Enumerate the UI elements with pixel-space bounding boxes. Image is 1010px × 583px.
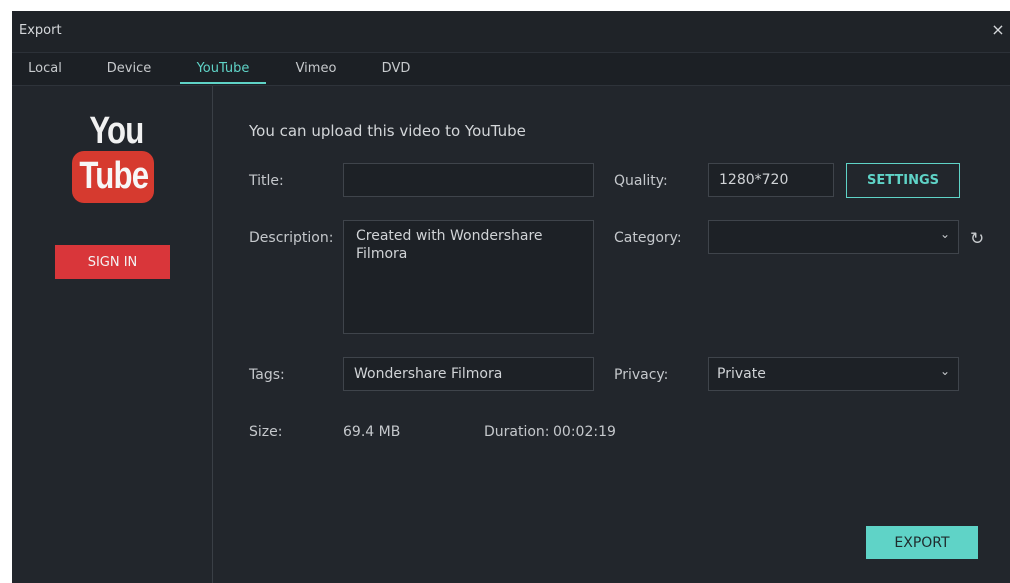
tags-label: Tags: [249, 367, 285, 383]
youtube-logo-tube: Tube [79, 155, 149, 197]
title-input[interactable] [343, 163, 594, 197]
form-heading: You can upload this video to YouTube [249, 122, 526, 140]
chevron-down-icon: ⌄ [939, 364, 950, 378]
upload-form: You can upload this video to YouTube Tit… [213, 86, 1010, 583]
tags-input[interactable] [343, 357, 594, 391]
sign-in-button[interactable]: SIGN IN [55, 245, 170, 279]
privacy-select[interactable]: Private ⌄ [708, 357, 959, 391]
description-textarea[interactable]: Created with Wondershare Filmora [343, 220, 594, 334]
tab-vimeo[interactable]: Vimeo [284, 53, 348, 84]
refresh-icon[interactable]: ↻ [970, 229, 984, 249]
size-value: 69.4 MB [343, 424, 401, 440]
privacy-label: Privacy: [614, 367, 669, 383]
tab-device[interactable]: Device [96, 53, 162, 84]
title-bar: Export × [12, 11, 1010, 53]
window-title: Export [19, 23, 62, 38]
settings-button[interactable]: SETTINGS [846, 163, 960, 198]
title-label: Title: [249, 173, 284, 189]
tab-youtube[interactable]: YouTube [180, 53, 266, 84]
category-select[interactable]: ⌄ [708, 220, 959, 254]
youtube-logo-you: You [89, 110, 144, 152]
duration-value: 00:02:19 [553, 424, 616, 440]
export-dialog: Export × Local Device YouTube Vimeo DVD … [12, 11, 1010, 583]
privacy-value: Private [717, 366, 766, 382]
tab-local[interactable]: Local [12, 53, 78, 84]
category-label: Category: [614, 230, 682, 246]
description-label: Description: [249, 230, 334, 246]
quality-label: Quality: [614, 173, 668, 189]
size-label: Size: [249, 424, 283, 440]
tab-dvd[interactable]: DVD [370, 53, 422, 84]
export-button[interactable]: EXPORT [866, 526, 978, 559]
youtube-logo-tube-badge: Tube [72, 151, 154, 203]
export-tabs: Local Device YouTube Vimeo DVD [12, 53, 1010, 86]
sidebar: You Tube SIGN IN [12, 86, 213, 583]
quality-input[interactable] [708, 163, 834, 197]
chevron-down-icon: ⌄ [939, 227, 950, 241]
close-icon[interactable]: × [988, 20, 1008, 40]
duration-label: Duration: [484, 424, 550, 440]
